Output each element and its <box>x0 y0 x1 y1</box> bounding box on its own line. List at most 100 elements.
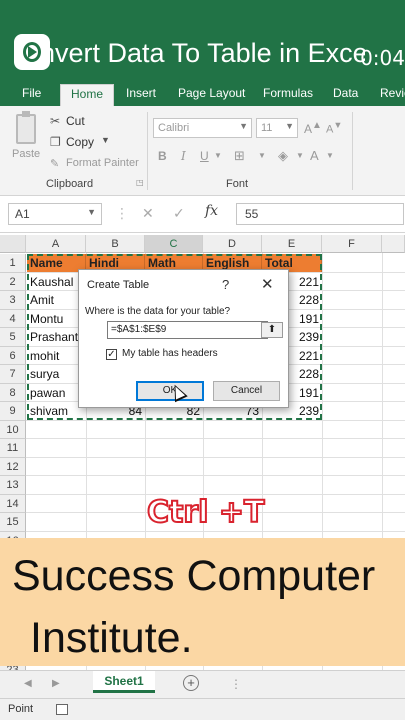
sheet-tab-sheet1[interactable]: Sheet1 <box>93 671 155 693</box>
dialog-title: Create Table <box>87 279 150 291</box>
scissors-icon: ✂ <box>50 114 61 128</box>
row-header[interactable]: 6 <box>0 346 26 365</box>
ribbon-separator <box>352 112 353 190</box>
gridline <box>26 475 405 476</box>
cancel-entry-icon[interactable]: ✕ <box>142 205 154 222</box>
column-header[interactable]: C <box>145 235 203 253</box>
gridline <box>26 530 405 532</box>
name-box-value: A1 <box>15 207 30 221</box>
gridline <box>26 456 405 458</box>
row-header[interactable]: 11 <box>0 439 26 458</box>
add-sheet-icon[interactable]: + <box>183 675 199 691</box>
sheet-tab-bar: ◀ ▶ Sheet1 + ⋮ <box>0 670 405 698</box>
formula-input[interactable]: 55 <box>236 203 404 225</box>
chevron-down-icon: ▼ <box>87 207 96 217</box>
font-size-combo[interactable]: 11 ▼ <box>256 118 298 138</box>
range-input[interactable]: =$A$1:$E$9 <box>107 321 268 339</box>
row-header[interactable]: 10 <box>0 420 26 439</box>
video-timestamp: 0:04 <box>360 46 405 70</box>
font-size-value: 11 <box>261 122 273 134</box>
font-name-value: Calibri <box>158 122 190 134</box>
has-headers-checkbox[interactable]: ✓ <box>106 349 117 360</box>
fill-dropdown-icon[interactable]: ▼ <box>296 151 304 160</box>
column-header[interactable]: B <box>86 235 145 253</box>
increase-font-icon[interactable]: A▲ <box>304 120 322 136</box>
italic-button[interactable]: I <box>181 149 186 163</box>
help-button[interactable]: ? <box>222 277 229 292</box>
caption-line-2: Institute. <box>30 614 193 662</box>
row-header[interactable]: 13 <box>0 476 26 495</box>
borders-dropdown-icon[interactable]: ▼ <box>258 151 266 160</box>
copy-icon: ❐ <box>50 135 61 149</box>
row-header[interactable]: 2 <box>0 272 26 291</box>
font-color-dropdown-icon[interactable]: ▼ <box>326 151 334 160</box>
row-header[interactable]: 3 <box>0 291 26 310</box>
row-header[interactable]: 15 <box>0 513 26 532</box>
range-prompt: Where is the data for your table? <box>85 306 231 317</box>
cut-button[interactable]: Cut <box>66 114 85 128</box>
tab-file[interactable]: File <box>22 86 41 100</box>
status-bar: Point <box>0 698 405 720</box>
create-table-dialog: Create Table ? ✕ Where is the data for y… <box>78 269 289 408</box>
copy-button[interactable]: Copy <box>66 135 94 149</box>
row-header[interactable]: 4 <box>0 309 26 328</box>
decrease-font-icon[interactable]: A▼ <box>326 120 342 136</box>
chevron-down-icon: ▼ <box>285 121 294 131</box>
ribbon: Paste ✂ Cut ❐ Copy ▼ ✎ Format Painter Cl… <box>0 106 405 196</box>
underline-dropdown-icon[interactable]: ▼ <box>214 151 222 160</box>
row-header[interactable]: 5 <box>0 328 26 347</box>
row-header[interactable]: 8 <box>0 383 26 402</box>
collapse-dialog-icon[interactable]: ⬆ <box>261 322 283 338</box>
macro-recorder-icon[interactable] <box>56 704 68 715</box>
borders-icon[interactable]: ⊞ <box>234 148 245 164</box>
confirm-entry-icon[interactable]: ✓ <box>173 205 185 222</box>
clipboard-group-label: Clipboard <box>46 178 94 190</box>
select-all-corner[interactable] <box>0 235 26 253</box>
font-color-icon[interactable]: A <box>310 148 319 163</box>
tab-data[interactable]: Data <box>333 86 358 100</box>
row-header[interactable]: 12 <box>0 457 26 476</box>
row-header[interactable]: 1 <box>0 254 26 273</box>
row-header[interactable]: 14 <box>0 494 26 513</box>
row-header[interactable]: 7 <box>0 365 26 384</box>
row-header[interactable]: 9 <box>0 402 26 421</box>
chevron-down-icon: ▼ <box>239 121 248 131</box>
has-headers-label: My table has headers <box>122 348 218 359</box>
font-group-label: Font <box>226 178 249 190</box>
tab-home[interactable]: Home <box>60 84 115 106</box>
insert-function-button[interactable]: fx <box>205 203 218 219</box>
column-header[interactable]: F <box>322 235 382 253</box>
gridline <box>26 438 405 439</box>
formula-bar: A1 ▼ ⋮ ✕ ✓ fx 55 <box>0 197 405 233</box>
ribbon-separator <box>147 112 148 190</box>
tab-insert[interactable]: Insert <box>126 86 156 100</box>
tab-formulas[interactable]: Formulas <box>263 86 313 100</box>
tab-page-layout[interactable]: Page Layout <box>178 86 245 100</box>
shortcut-caption: Ctrl +T <box>146 494 265 531</box>
tab-review[interactable]: Revie <box>380 86 405 100</box>
column-header[interactable]: E <box>262 235 322 253</box>
caption-line-1: Success Computer <box>12 552 376 600</box>
font-name-combo[interactable]: Calibri ▼ <box>153 118 252 138</box>
brush-icon: ✎ <box>50 158 60 170</box>
clipboard-launcher-icon[interactable]: ◳ <box>136 178 144 187</box>
paste-button[interactable]: Paste <box>12 148 40 160</box>
column-header[interactable] <box>382 235 405 253</box>
video-title: nvert Data To Table in Exce <box>40 38 365 68</box>
ribbon-tabs: File Home Insert Page Layout Formulas Da… <box>0 82 405 106</box>
prev-sheet-icon[interactable]: ◀ <box>24 678 32 689</box>
name-box[interactable]: A1 ▼ <box>8 203 102 225</box>
more-dots-icon: ⋮ <box>115 205 129 221</box>
splitter-handle-icon[interactable]: ⋮ <box>230 677 242 691</box>
paste-icon[interactable] <box>16 111 36 144</box>
underline-button[interactable]: U <box>200 149 209 163</box>
fill-color-icon[interactable]: ◈ <box>278 148 288 164</box>
next-sheet-icon[interactable]: ▶ <box>52 678 60 689</box>
copy-dropdown-icon[interactable]: ▼ <box>101 135 110 145</box>
close-icon[interactable]: ✕ <box>261 275 274 293</box>
format-painter-button[interactable]: Format Painter <box>66 157 139 169</box>
column-header[interactable]: D <box>203 235 262 253</box>
cancel-button[interactable]: Cancel <box>213 381 280 401</box>
column-header[interactable]: A <box>26 235 86 253</box>
bold-button[interactable]: B <box>158 149 167 163</box>
